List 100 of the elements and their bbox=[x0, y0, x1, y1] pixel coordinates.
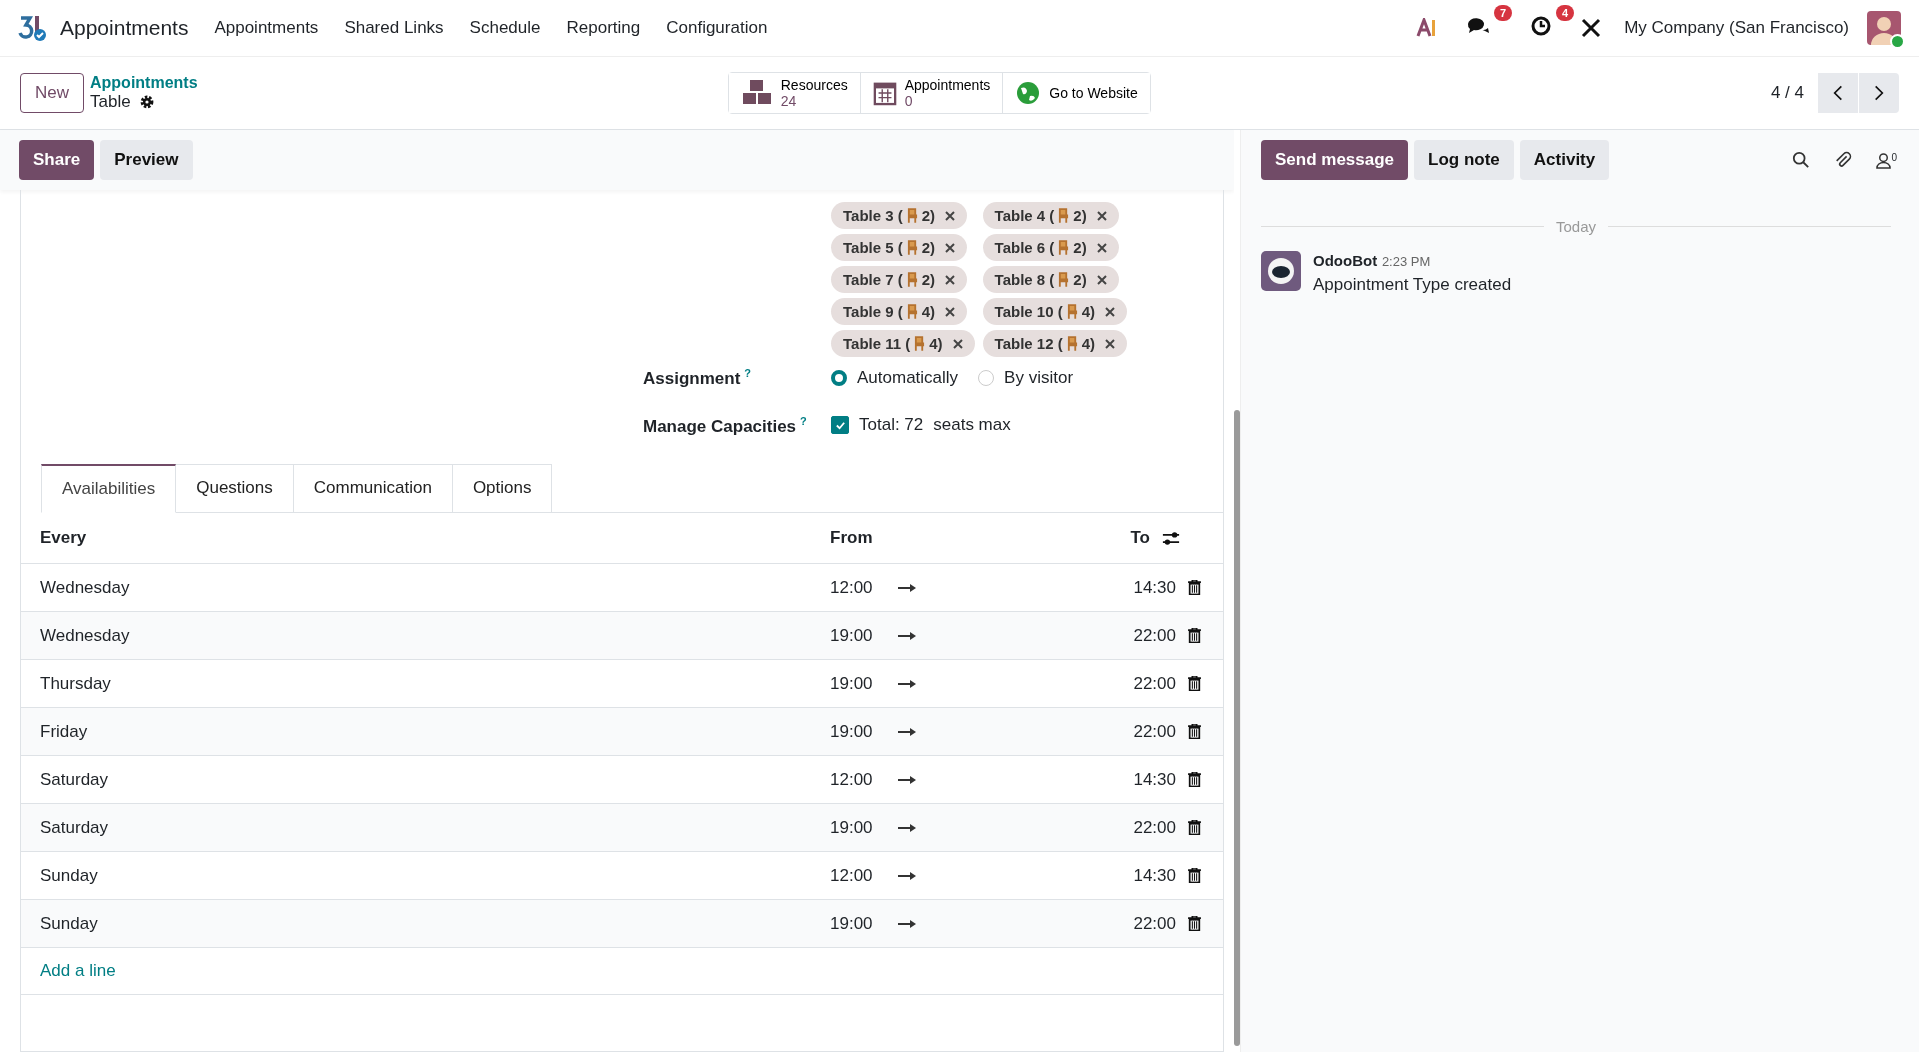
trash-icon[interactable] bbox=[1188, 772, 1201, 788]
capacity-unit: seats max bbox=[933, 415, 1011, 436]
breadcrumb-link[interactable]: Appointments bbox=[90, 74, 198, 92]
resource-tag[interactable]: Table 10 ( 4) bbox=[982, 298, 1128, 325]
remove-icon[interactable] bbox=[1105, 306, 1116, 317]
smart-button-label: Go to Website bbox=[1049, 85, 1138, 101]
tab[interactable]: Questions bbox=[176, 464, 294, 514]
message-body: Appointment Type created bbox=[1313, 275, 1512, 295]
trash-icon[interactable] bbox=[1188, 724, 1201, 740]
field-label: Manage Capacities $^{?}$ bbox=[642, 414, 808, 437]
date-separator: Today bbox=[1556, 218, 1596, 235]
menu-item[interactable]: Reporting bbox=[566, 18, 641, 38]
chatter-button[interactable]: Send message bbox=[1261, 140, 1409, 180]
smart-button[interactable]: Resources 24 bbox=[728, 73, 861, 113]
table-cell-text: 22:00 bbox=[1132, 625, 1176, 646]
table-cell-text: 22:00 bbox=[1132, 721, 1176, 742]
new-button[interactable]: New bbox=[20, 73, 84, 113]
remove-icon[interactable] bbox=[945, 274, 956, 285]
trash-icon[interactable] bbox=[1188, 868, 1201, 884]
app-name[interactable]: Appointments bbox=[60, 16, 189, 40]
table-cell-text: 22:00 bbox=[1132, 673, 1176, 694]
chair-icon bbox=[906, 240, 918, 255]
remove-icon[interactable] bbox=[1096, 274, 1107, 285]
trash-icon[interactable] bbox=[1188, 916, 1201, 932]
user-avatar[interactable] bbox=[1867, 11, 1901, 45]
radio-label[interactable]: By visitor bbox=[1004, 367, 1074, 388]
remove-icon[interactable] bbox=[945, 242, 956, 253]
action-button[interactable]: Share bbox=[19, 140, 95, 180]
action-button[interactable]: Preview bbox=[100, 140, 193, 180]
radio-button[interactable] bbox=[831, 369, 847, 386]
followers-button[interactable]: 0 bbox=[1876, 151, 1897, 169]
clock-icon[interactable] bbox=[1530, 14, 1553, 37]
scrollbar-thumb[interactable] bbox=[1234, 410, 1240, 1046]
remove-icon[interactable] bbox=[952, 338, 963, 349]
table-cell-text: 12:00 bbox=[830, 577, 874, 598]
add-line-link[interactable]: Add a line bbox=[40, 961, 116, 982]
bot-avatar bbox=[1261, 251, 1301, 291]
table-cell-text: 14:30 bbox=[1132, 865, 1176, 886]
remove-icon[interactable] bbox=[945, 306, 956, 317]
table-cell-text: 19:00 bbox=[830, 721, 874, 742]
chair-icon bbox=[1058, 272, 1070, 287]
app-logo-icon[interactable] bbox=[18, 14, 48, 42]
resource-tag[interactable]: Table 6 ( 2) bbox=[982, 234, 1119, 261]
table-cell-text: 12:00 bbox=[830, 769, 874, 790]
resource-tag[interactable]: Table 3 ( 2) bbox=[831, 202, 968, 229]
chair-icon bbox=[914, 336, 926, 351]
column-header[interactable]: To bbox=[1090, 528, 1150, 549]
globe-icon bbox=[1015, 80, 1042, 106]
paperclip-icon[interactable] bbox=[1834, 151, 1853, 169]
arrow-icon bbox=[898, 775, 916, 784]
smart-button-label: Appointments 0 bbox=[904, 77, 991, 109]
tab[interactable]: Availabilities bbox=[41, 464, 177, 514]
chair-icon bbox=[1066, 304, 1078, 319]
column-header[interactable]: From bbox=[830, 528, 890, 549]
column-settings-icon[interactable] bbox=[1162, 530, 1180, 546]
activity-badge: 4 bbox=[1556, 4, 1575, 21]
tab[interactable]: Communication bbox=[293, 464, 453, 514]
column-header[interactable]: Every bbox=[40, 528, 830, 549]
trash-icon[interactable] bbox=[1188, 820, 1201, 836]
person-icon bbox=[1876, 151, 1892, 169]
record-title: Table bbox=[90, 92, 131, 112]
remove-icon[interactable] bbox=[1096, 210, 1107, 221]
search-icon[interactable] bbox=[1792, 151, 1811, 169]
resource-tag[interactable]: Table 5 ( 2) bbox=[831, 234, 968, 261]
menu-item[interactable]: Appointments bbox=[214, 18, 319, 38]
chatter-button[interactable]: Activity bbox=[1519, 140, 1610, 180]
resource-tag[interactable]: Table 11 ( 4) bbox=[831, 330, 975, 357]
trash-icon[interactable] bbox=[1188, 676, 1201, 692]
resource-tag[interactable]: Table 8 ( 2) bbox=[982, 266, 1119, 293]
menu-item[interactable]: Configuration bbox=[666, 18, 768, 38]
remove-icon[interactable] bbox=[1105, 338, 1116, 349]
radio-label[interactable]: Automatically bbox=[857, 367, 959, 388]
arrow-icon bbox=[898, 679, 916, 688]
message-time: 2:23 PM bbox=[1381, 254, 1431, 269]
chatter-button[interactable]: Log note bbox=[1414, 140, 1514, 180]
cubes-icon bbox=[740, 79, 773, 107]
tab[interactable]: Options bbox=[452, 464, 553, 514]
resource-tag[interactable]: Table 4 ( 2) bbox=[982, 202, 1119, 229]
chair-icon bbox=[906, 304, 918, 319]
resource-tag[interactable]: Table 7 ( 2) bbox=[831, 266, 968, 293]
gear-icon[interactable] bbox=[138, 94, 155, 110]
table-cell-text: Sunday bbox=[40, 865, 99, 886]
arrow-icon bbox=[898, 631, 916, 640]
company-switcher[interactable]: My Company (San Francisco) bbox=[1624, 18, 1849, 38]
menu-item[interactable]: Schedule bbox=[469, 18, 541, 38]
checkbox[interactable] bbox=[831, 416, 849, 435]
chair-icon bbox=[906, 272, 918, 287]
chevron-left-icon bbox=[1833, 84, 1843, 102]
table-cell-text: 14:30 bbox=[1132, 577, 1176, 598]
trash-icon[interactable] bbox=[1188, 628, 1201, 644]
trash-icon[interactable] bbox=[1188, 580, 1201, 596]
message-author: OdooBot bbox=[1313, 252, 1378, 269]
table-cell-text: 19:00 bbox=[830, 673, 874, 694]
online-status-icon bbox=[1890, 34, 1905, 49]
resource-tag[interactable]: Table 12 ( 4) bbox=[982, 330, 1128, 357]
table-cell-text: Wednesday bbox=[40, 577, 131, 598]
remove-icon[interactable] bbox=[1096, 242, 1107, 253]
menu-item[interactable]: Shared Links bbox=[344, 18, 444, 38]
remove-icon[interactable] bbox=[945, 210, 956, 221]
resource-tag[interactable]: Table 9 ( 4) bbox=[831, 298, 968, 325]
